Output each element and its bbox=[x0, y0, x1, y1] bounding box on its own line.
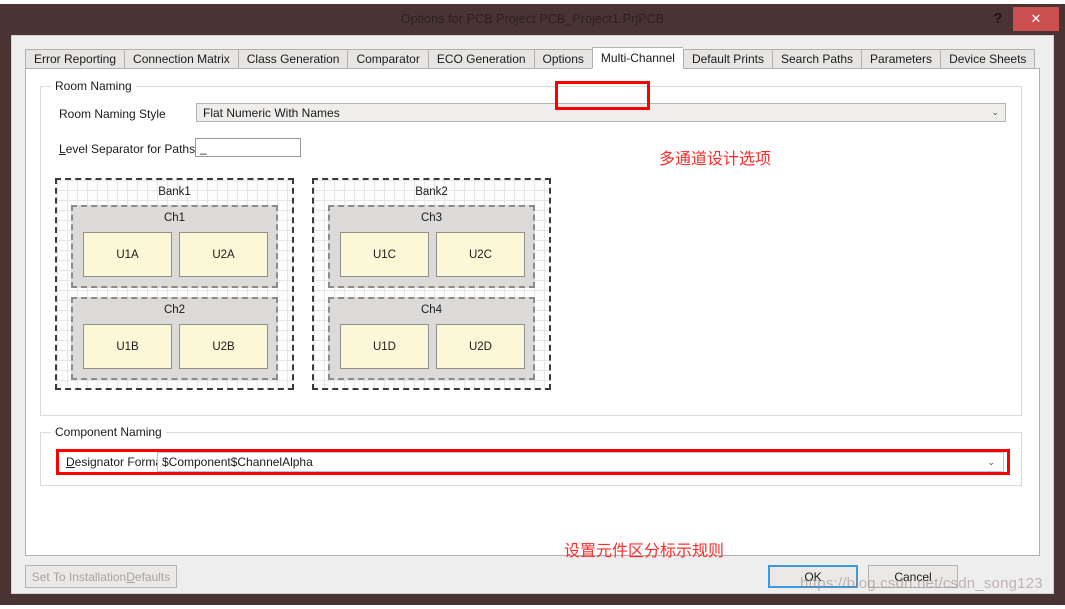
defaults-label-pre: Set To Installation bbox=[31, 569, 127, 584]
tab-options[interactable]: Options bbox=[533, 49, 592, 69]
bank-1-title: Bank1 bbox=[158, 186, 191, 198]
component-u2a[interactable]: U2A bbox=[179, 232, 268, 277]
component-u1a[interactable]: U1A bbox=[83, 232, 172, 277]
level-separator-label: Level Separator for Paths bbox=[59, 142, 195, 156]
component-u1b[interactable]: U1B bbox=[83, 324, 172, 369]
room-naming-style-value: Flat Numeric With Names bbox=[203, 105, 340, 120]
tab-multi-channel[interactable]: Multi-Channel bbox=[591, 47, 683, 69]
designator-format-accel: D bbox=[66, 455, 75, 469]
bank-2[interactable]: Bank2 Ch3 U1C U2C Ch4 U1D U2D bbox=[312, 178, 551, 390]
set-to-installation-defaults-button[interactable]: Set To Installation Defaults bbox=[25, 565, 177, 588]
ok-button[interactable]: OK bbox=[768, 565, 858, 588]
chevron-down-icon: ⌄ bbox=[991, 107, 999, 117]
channel-ch3-title: Ch3 bbox=[420, 212, 443, 224]
component-u2c[interactable]: U2C bbox=[436, 232, 525, 277]
room-naming-group-title: Room Naming bbox=[51, 79, 136, 93]
component-u2b[interactable]: U2B bbox=[179, 324, 268, 369]
annotation-multi-channel: 多通道设计选项 bbox=[659, 149, 772, 168]
component-u2d[interactable]: U2D bbox=[436, 324, 525, 369]
tab-class-generation[interactable]: Class Generation bbox=[237, 49, 348, 69]
chevron-down-icon: ⌄ bbox=[987, 456, 995, 467]
window-title: Options for PCB Project PCB_Project1.Prj… bbox=[400, 11, 665, 26]
room-naming-style-label: Room Naming Style bbox=[59, 107, 166, 121]
channel-ch4-title: Ch4 bbox=[420, 304, 443, 316]
tab-search-paths[interactable]: Search Paths bbox=[771, 49, 862, 69]
component-naming-group-title: Component Naming bbox=[51, 425, 166, 439]
channel-ch2[interactable]: Ch2 U1B U2B bbox=[71, 297, 278, 380]
defaults-label-accel: D bbox=[126, 569, 135, 584]
level-separator-accel: L bbox=[59, 142, 66, 156]
room-naming-group: Room Naming Room Naming Style Flat Numer… bbox=[40, 79, 1022, 416]
designator-format-rest: esignator Format bbox=[74, 455, 166, 469]
designator-format-combo[interactable]: $Component$ChannelAlpha ⌄ bbox=[157, 452, 1004, 472]
tab-connection-matrix[interactable]: Connection Matrix bbox=[124, 49, 238, 69]
channel-ch4[interactable]: Ch4 U1D U2D bbox=[328, 297, 535, 380]
channel-ch3[interactable]: Ch3 U1C U2C bbox=[328, 205, 535, 288]
room-naming-style-combo[interactable]: Flat Numeric With Names ⌄ bbox=[196, 103, 1006, 122]
close-icon[interactable]: ✕ bbox=[1013, 6, 1059, 31]
window-controls: ? ✕ bbox=[983, 4, 1059, 33]
component-u1d[interactable]: U1D bbox=[340, 324, 429, 369]
dialog-button-bar: Set To Installation Defaults OK Cancel bbox=[25, 564, 1040, 590]
designator-format-value: $Component$ChannelAlpha bbox=[162, 455, 313, 469]
tab-comparator[interactable]: Comparator bbox=[347, 49, 428, 69]
options-dialog-window: Options for PCB Project PCB_Project1.Prj… bbox=[0, 4, 1065, 605]
bank-1[interactable]: Bank1 Ch1 U1A U2A Ch2 U1B U2B bbox=[55, 178, 294, 390]
bank-2-title: Bank2 bbox=[415, 186, 448, 198]
level-separator-rest: evel Separator for Paths bbox=[65, 142, 196, 156]
help-icon[interactable]: ? bbox=[983, 7, 1013, 31]
channel-ch1-title: Ch1 bbox=[163, 212, 186, 224]
level-separator-input[interactable]: _ bbox=[195, 138, 301, 157]
tab-strip: Error Reporting Connection Matrix Class … bbox=[25, 47, 1036, 69]
tab-error-reporting[interactable]: Error Reporting bbox=[25, 49, 125, 69]
tab-eco-generation[interactable]: ECO Generation bbox=[427, 49, 534, 69]
designator-format-label: Designator Format bbox=[66, 455, 165, 469]
channel-ch2-title: Ch2 bbox=[163, 304, 186, 316]
annotation-component-rule: 设置元件区分标示规则 bbox=[564, 541, 725, 560]
dialog-body: Error Reporting Connection Matrix Class … bbox=[11, 35, 1054, 594]
component-u1c[interactable]: U1C bbox=[340, 232, 429, 277]
title-bar: Options for PCB Project PCB_Project1.Prj… bbox=[0, 4, 1065, 33]
channel-ch1[interactable]: Ch1 U1A U2A bbox=[71, 205, 278, 288]
multi-channel-panel: Room Naming Room Naming Style Flat Numer… bbox=[25, 68, 1040, 560]
tab-parameters[interactable]: Parameters bbox=[861, 49, 941, 69]
level-separator-value: _ bbox=[200, 140, 207, 155]
tab-device-sheets[interactable]: Device Sheets bbox=[940, 49, 1036, 69]
tab-default-prints[interactable]: Default Prints bbox=[682, 49, 772, 69]
defaults-label-rest: efaults bbox=[134, 569, 171, 584]
cancel-button[interactable]: Cancel bbox=[868, 565, 958, 588]
